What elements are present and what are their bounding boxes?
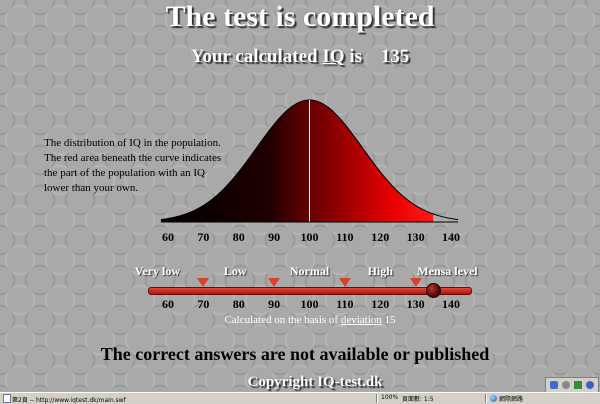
security-icon[interactable] (574, 381, 582, 389)
deviation-value: 15 (384, 314, 396, 326)
status-divider (485, 394, 487, 403)
chart-tick-label: 60 (162, 230, 174, 244)
scale-tick-label: 120 (371, 297, 390, 311)
scale-tick-label: 70 (197, 297, 210, 311)
chart-tick-label: 70 (197, 230, 210, 244)
scale-tick-label: 80 (232, 297, 245, 311)
status-divider (376, 394, 378, 403)
scale-category-label: High (367, 264, 393, 278)
basis-prefix: Calculated on the basis of (224, 314, 339, 326)
scale-tick-label: 110 (336, 297, 354, 311)
scale-marker (268, 278, 281, 287)
browser-status-bar: 第2頁 -- http://www.iqtest.dk/main.swf 100… (0, 392, 600, 404)
iq-distribution-chart (160, 99, 459, 223)
deviation-link[interactable]: deviation (341, 314, 382, 326)
ime-icon[interactable] (586, 381, 594, 389)
answers-note: The correct answers are not available or… (100, 344, 490, 364)
deviation-note: Calculated on the basis of deviation 15 (0, 314, 600, 326)
result-is: is (349, 46, 362, 67)
scale-tick-label: 100 (300, 297, 319, 311)
page-icon (3, 394, 11, 403)
copyright: Copyright IQ-test.dk (247, 374, 383, 390)
scale-category-label: Mensa level (417, 264, 478, 278)
result-label: Your calculated (190, 46, 318, 67)
scale-category-label: Low (223, 264, 247, 278)
filled-area-below-score (160, 100, 434, 222)
chart-tick-label: 110 (336, 230, 354, 244)
result-line: Your calculated IQ is 135 (0, 46, 600, 68)
iq-scale-track (148, 287, 472, 295)
volume-icon[interactable] (562, 381, 570, 389)
chart-tick-label: 90 (268, 230, 281, 244)
chart-tick-label: 140 (442, 230, 460, 244)
scale-marker (409, 278, 422, 287)
system-tray (545, 377, 599, 393)
page-title: The test is completed (165, 0, 435, 33)
scale-tick-label: 140 (442, 297, 460, 311)
iq-score-knob (426, 283, 442, 298)
scale-tick-label: 60 (162, 297, 174, 311)
status-zone: 網際網路 (490, 394, 523, 403)
iq-score: 135 (380, 46, 410, 67)
scale-tick-label: 90 (268, 297, 281, 311)
chart-tick-label: 130 (406, 230, 425, 244)
scale-marker (197, 278, 210, 287)
globe-icon (490, 395, 497, 402)
chart-tick-label: 80 (232, 230, 245, 244)
network-icon[interactable] (550, 381, 558, 389)
iq-abbreviation: IQ (322, 46, 345, 67)
chart-tick-label: 100 (300, 230, 319, 244)
scale-category-label: Normal (289, 264, 330, 278)
status-page-count: 頁面數: 1:5 (402, 396, 434, 403)
scale-marker (338, 278, 351, 287)
chart-tick-label: 120 (371, 230, 390, 244)
status-zoom[interactable]: 100% (381, 394, 398, 401)
scale-category-label: Very low (134, 264, 180, 278)
scale-tick-label: 130 (406, 297, 425, 311)
